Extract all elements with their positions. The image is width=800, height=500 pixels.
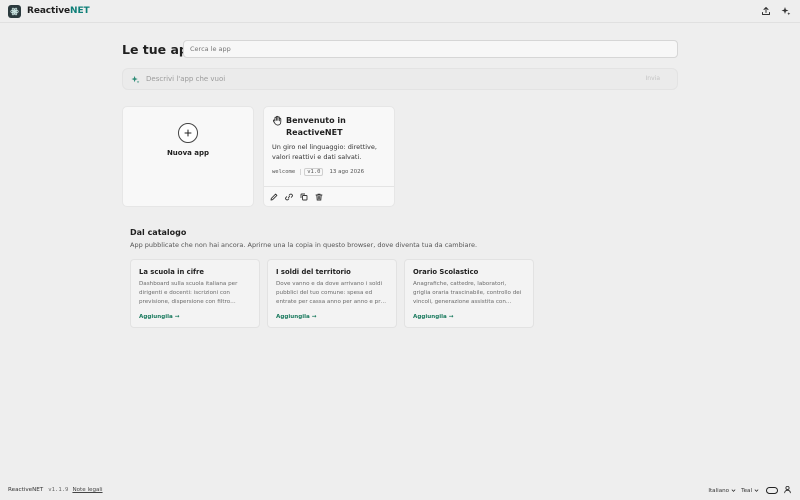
catalog-card-description: Anagrafiche, cattedre, laboratori, grigl…: [413, 281, 522, 306]
footer-brand: ReactiveNET: [8, 487, 44, 493]
atom-icon: [8, 4, 21, 18]
prompt-placeholder[interactable]: Descrivi l'app che vuoi: [146, 75, 225, 83]
app-version-badge: v1.0: [304, 168, 324, 176]
language-select[interactable]: Italiano: [708, 488, 736, 494]
main-content: Le tue app Descrivi l'app che vuoi Invia…: [122, 40, 678, 207]
chevron-down-icon: [731, 489, 736, 492]
sparkles-icon: [131, 75, 140, 83]
plus-icon: [178, 123, 198, 143]
catalog-card-description: Dove vanno e da dove arrivano i soldi pu…: [276, 281, 387, 306]
add-app-link[interactable]: Aggiungila →: [413, 314, 525, 320]
theme-label: Teal: [741, 487, 752, 494]
upload-icon[interactable]: [760, 5, 772, 17]
app-name-main: Reactive: [27, 6, 71, 16]
send-button[interactable]: Invia: [646, 75, 660, 82]
catalog-section: Dal catalogo App pubblicate che non hai …: [130, 228, 670, 328]
catalog-title: Dal catalogo: [130, 228, 187, 237]
search-input[interactable]: [183, 40, 678, 58]
add-app-link[interactable]: Aggiungila →: [276, 314, 388, 320]
hand-wave-icon: [272, 115, 282, 126]
copy-icon[interactable]: [300, 193, 308, 201]
app-description: Un giro nel linguaggio: direttive, valor…: [272, 143, 377, 161]
toggle-icon[interactable]: [766, 487, 778, 494]
catalog-card[interactable]: La scuola in cifre Dashboard sulla scuol…: [130, 259, 260, 328]
app-card[interactable]: Benvenuto in ReactiveNET Un giro nel lin…: [263, 106, 395, 207]
catalog-card-name: I soldi del territorio: [276, 268, 351, 276]
app-name[interactable]: ReactiveNET: [27, 6, 90, 16]
catalog-subtitle: App pubblicate che non hai ancora. Aprir…: [130, 241, 478, 249]
top-bar: ReactiveNET: [0, 0, 800, 23]
app-date: 13 ago 2026: [329, 169, 365, 175]
catalog-card[interactable]: I soldi del territorio Dove vanno e da d…: [267, 259, 397, 328]
app-title: Benvenuto in ReactiveNET: [286, 116, 346, 137]
catalog-card-description: Dashboard sulla scuola italiana per diri…: [139, 281, 238, 306]
theme-select[interactable]: Teal: [741, 488, 759, 494]
footer-version: v1.1.9: [48, 487, 69, 493]
add-app-link[interactable]: Aggiungila →: [139, 314, 251, 320]
page-title: Le tue app: [122, 41, 197, 57]
catalog-card-name: Orario Scolastico: [413, 268, 479, 276]
new-app-card[interactable]: Nuova app: [122, 106, 254, 207]
trash-icon[interactable]: [315, 193, 323, 201]
chevron-down-icon: [754, 489, 759, 492]
catalog-card[interactable]: Orario Scolastico Anagrafiche, cattedre,…: [404, 259, 534, 328]
sparkles-icon[interactable]: [780, 5, 792, 17]
legal-notes-link[interactable]: Note legali: [72, 487, 102, 493]
prompt-bar[interactable]: Descrivi l'app che vuoi Invia: [122, 68, 678, 90]
edit-icon[interactable]: [270, 193, 278, 201]
language-label: Italiano: [708, 487, 730, 494]
link-icon[interactable]: [285, 193, 293, 201]
app-name-accent: NET: [70, 6, 90, 16]
user-icon[interactable]: [783, 485, 792, 496]
app-slug: welcome: [272, 169, 302, 175]
footer: ReactiveNET v1.1.9 Note legali Italiano …: [0, 480, 800, 500]
new-app-label: Nuova app: [166, 149, 210, 157]
catalog-card-name: La scuola in cifre: [139, 268, 204, 276]
